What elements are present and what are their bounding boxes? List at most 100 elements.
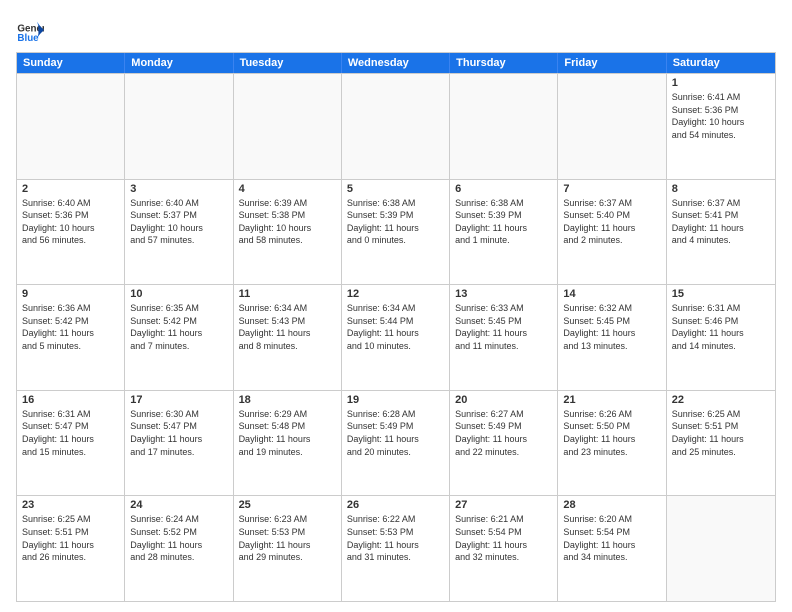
day-number: 13 [455, 288, 552, 300]
calendar-header: SundayMondayTuesdayWednesdayThursdayFrid… [17, 53, 775, 73]
day-info: Sunrise: 6:35 AM Sunset: 5:42 PM Dayligh… [130, 302, 227, 352]
day-info: Sunrise: 6:26 AM Sunset: 5:50 PM Dayligh… [563, 408, 660, 458]
day-number: 3 [130, 183, 227, 195]
day-number: 23 [22, 499, 119, 511]
weekday-header-thursday: Thursday [450, 53, 558, 73]
weekday-header-monday: Monday [125, 53, 233, 73]
calendar-cell-day-27: 27Sunrise: 6:21 AM Sunset: 5:54 PM Dayli… [450, 496, 558, 601]
calendar-cell-day-4: 4Sunrise: 6:39 AM Sunset: 5:38 PM Daylig… [234, 180, 342, 285]
calendar-row-4: 16 Sunrise: 6:31 AM Sunset: 5:47 PM Dayli… [17, 390, 775, 496]
calendar-cell-day-20: 20 Sunrise: 6:27 AM Sunset: 5:49 PM Dayli… [450, 391, 558, 496]
day-info: Sunrise: 6:31 AM Sunset: 5:47 PM Dayligh… [22, 408, 119, 458]
calendar-cell-day-23: 23 Sunrise: 6:25 AM Sunset: 5:51 PM Dayli… [17, 496, 125, 601]
calendar-cell-day-18: 18 Sunrise: 6:29 AM Sunset: 5:48 PM Dayli… [234, 391, 342, 496]
calendar-cell-empty [342, 74, 450, 179]
day-number: 17 [130, 394, 227, 406]
calendar-row-2: 2 Sunrise: 6:40 AM Sunset: 5:36 PM Daylig… [17, 179, 775, 285]
calendar-cell-day-12: 12 Sunrise: 6:34 AM Sunset: 5:44 PM Dayli… [342, 285, 450, 390]
calendar-cell-day-25: 25 Sunrise: 6:23 AM Sunset: 5:53 PM Dayli… [234, 496, 342, 601]
calendar-cell-empty [450, 74, 558, 179]
day-number: 12 [347, 288, 444, 300]
calendar-cell-day-22: 22 Sunrise: 6:25 AM Sunset: 5:51 PM Dayli… [667, 391, 775, 496]
day-number: 9 [22, 288, 119, 300]
svg-text:Blue: Blue [17, 33, 39, 44]
logo: General Blue [16, 16, 48, 44]
day-number: 1 [672, 77, 770, 89]
calendar-cell-day-17: 17 Sunrise: 6:30 AM Sunset: 5:47 PM Dayli… [125, 391, 233, 496]
calendar-cell-day-24: 24Sunrise: 6:24 AM Sunset: 5:52 PM Dayli… [125, 496, 233, 601]
day-info: Sunrise: 6:29 AM Sunset: 5:48 PM Dayligh… [239, 408, 336, 458]
weekday-header-sunday: Sunday [17, 53, 125, 73]
page: General Blue SundayMondayTuesdayWednesda… [0, 0, 792, 612]
weekday-header-tuesday: Tuesday [234, 53, 342, 73]
day-info: Sunrise: 6:28 AM Sunset: 5:49 PM Dayligh… [347, 408, 444, 458]
calendar-cell-day-26: 26 Sunrise: 6:22 AM Sunset: 5:53 PM Dayli… [342, 496, 450, 601]
day-number: 6 [455, 183, 552, 195]
day-number: 20 [455, 394, 552, 406]
day-number: 5 [347, 183, 444, 195]
calendar-cell-day-19: 19 Sunrise: 6:28 AM Sunset: 5:49 PM Dayli… [342, 391, 450, 496]
day-info: Sunrise: 6:34 AM Sunset: 5:44 PM Dayligh… [347, 302, 444, 352]
calendar-cell-day-28: 28 Sunrise: 6:20 AM Sunset: 5:54 PM Dayli… [558, 496, 666, 601]
calendar-cell-day-15: 15 Sunrise: 6:31 AM Sunset: 5:46 PM Dayli… [667, 285, 775, 390]
calendar-cell-day-13: 13 Sunrise: 6:33 AM Sunset: 5:45 PM Dayli… [450, 285, 558, 390]
day-info: Sunrise: 6:22 AM Sunset: 5:53 PM Dayligh… [347, 513, 444, 563]
day-number: 11 [239, 288, 336, 300]
logo-icon: General Blue [16, 16, 44, 44]
day-number: 14 [563, 288, 660, 300]
day-info: Sunrise: 6:25 AM Sunset: 5:51 PM Dayligh… [672, 408, 770, 458]
calendar-cell-day-8: 8Sunrise: 6:37 AM Sunset: 5:41 PM Daylig… [667, 180, 775, 285]
day-info: Sunrise: 6:41 AM Sunset: 5:36 PM Dayligh… [672, 91, 770, 141]
calendar-cell-empty [17, 74, 125, 179]
day-info: Sunrise: 6:40 AM Sunset: 5:36 PM Dayligh… [22, 197, 119, 247]
day-info: Sunrise: 6:32 AM Sunset: 5:45 PM Dayligh… [563, 302, 660, 352]
day-number: 15 [672, 288, 770, 300]
day-number: 7 [563, 183, 660, 195]
day-number: 25 [239, 499, 336, 511]
calendar-cell-day-9: 9 Sunrise: 6:36 AM Sunset: 5:42 PM Daylig… [17, 285, 125, 390]
day-info: Sunrise: 6:23 AM Sunset: 5:53 PM Dayligh… [239, 513, 336, 563]
day-info: Sunrise: 6:40 AM Sunset: 5:37 PM Dayligh… [130, 197, 227, 247]
header: General Blue [16, 16, 776, 44]
day-info: Sunrise: 6:34 AM Sunset: 5:43 PM Dayligh… [239, 302, 336, 352]
day-number: 18 [239, 394, 336, 406]
day-info: Sunrise: 6:30 AM Sunset: 5:47 PM Dayligh… [130, 408, 227, 458]
day-number: 21 [563, 394, 660, 406]
day-info: Sunrise: 6:38 AM Sunset: 5:39 PM Dayligh… [455, 197, 552, 247]
calendar-row-3: 9 Sunrise: 6:36 AM Sunset: 5:42 PM Daylig… [17, 284, 775, 390]
calendar-body: 1 Sunrise: 6:41 AM Sunset: 5:36 PM Daylig… [17, 73, 775, 601]
calendar-cell-day-14: 14 Sunrise: 6:32 AM Sunset: 5:45 PM Dayli… [558, 285, 666, 390]
weekday-header-saturday: Saturday [667, 53, 775, 73]
calendar-cell-empty [558, 74, 666, 179]
weekday-header-wednesday: Wednesday [342, 53, 450, 73]
calendar-cell-empty [234, 74, 342, 179]
day-info: Sunrise: 6:33 AM Sunset: 5:45 PM Dayligh… [455, 302, 552, 352]
calendar-row-5: 23 Sunrise: 6:25 AM Sunset: 5:51 PM Dayli… [17, 495, 775, 601]
day-info: Sunrise: 6:37 AM Sunset: 5:40 PM Dayligh… [563, 197, 660, 247]
day-info: Sunrise: 6:20 AM Sunset: 5:54 PM Dayligh… [563, 513, 660, 563]
calendar-cell-day-11: 11 Sunrise: 6:34 AM Sunset: 5:43 PM Dayli… [234, 285, 342, 390]
calendar-cell-day-21: 21 Sunrise: 6:26 AM Sunset: 5:50 PM Dayli… [558, 391, 666, 496]
weekday-header-friday: Friday [558, 53, 666, 73]
calendar-cell-day-1: 1 Sunrise: 6:41 AM Sunset: 5:36 PM Daylig… [667, 74, 775, 179]
day-number: 10 [130, 288, 227, 300]
day-number: 27 [455, 499, 552, 511]
day-info: Sunrise: 6:25 AM Sunset: 5:51 PM Dayligh… [22, 513, 119, 563]
day-number: 19 [347, 394, 444, 406]
day-number: 2 [22, 183, 119, 195]
calendar-cell-day-5: 5 Sunrise: 6:38 AM Sunset: 5:39 PM Daylig… [342, 180, 450, 285]
day-number: 26 [347, 499, 444, 511]
day-info: Sunrise: 6:36 AM Sunset: 5:42 PM Dayligh… [22, 302, 119, 352]
calendar-cell-day-16: 16 Sunrise: 6:31 AM Sunset: 5:47 PM Dayli… [17, 391, 125, 496]
day-info: Sunrise: 6:38 AM Sunset: 5:39 PM Dayligh… [347, 197, 444, 247]
day-number: 22 [672, 394, 770, 406]
day-number: 8 [672, 183, 770, 195]
day-number: 16 [22, 394, 119, 406]
day-info: Sunrise: 6:24 AM Sunset: 5:52 PM Dayligh… [130, 513, 227, 563]
calendar-row-1: 1 Sunrise: 6:41 AM Sunset: 5:36 PM Daylig… [17, 73, 775, 179]
day-info: Sunrise: 6:27 AM Sunset: 5:49 PM Dayligh… [455, 408, 552, 458]
calendar-cell-day-6: 6 Sunrise: 6:38 AM Sunset: 5:39 PM Daylig… [450, 180, 558, 285]
calendar-cell-day-2: 2 Sunrise: 6:40 AM Sunset: 5:36 PM Daylig… [17, 180, 125, 285]
day-number: 28 [563, 499, 660, 511]
day-info: Sunrise: 6:31 AM Sunset: 5:46 PM Dayligh… [672, 302, 770, 352]
